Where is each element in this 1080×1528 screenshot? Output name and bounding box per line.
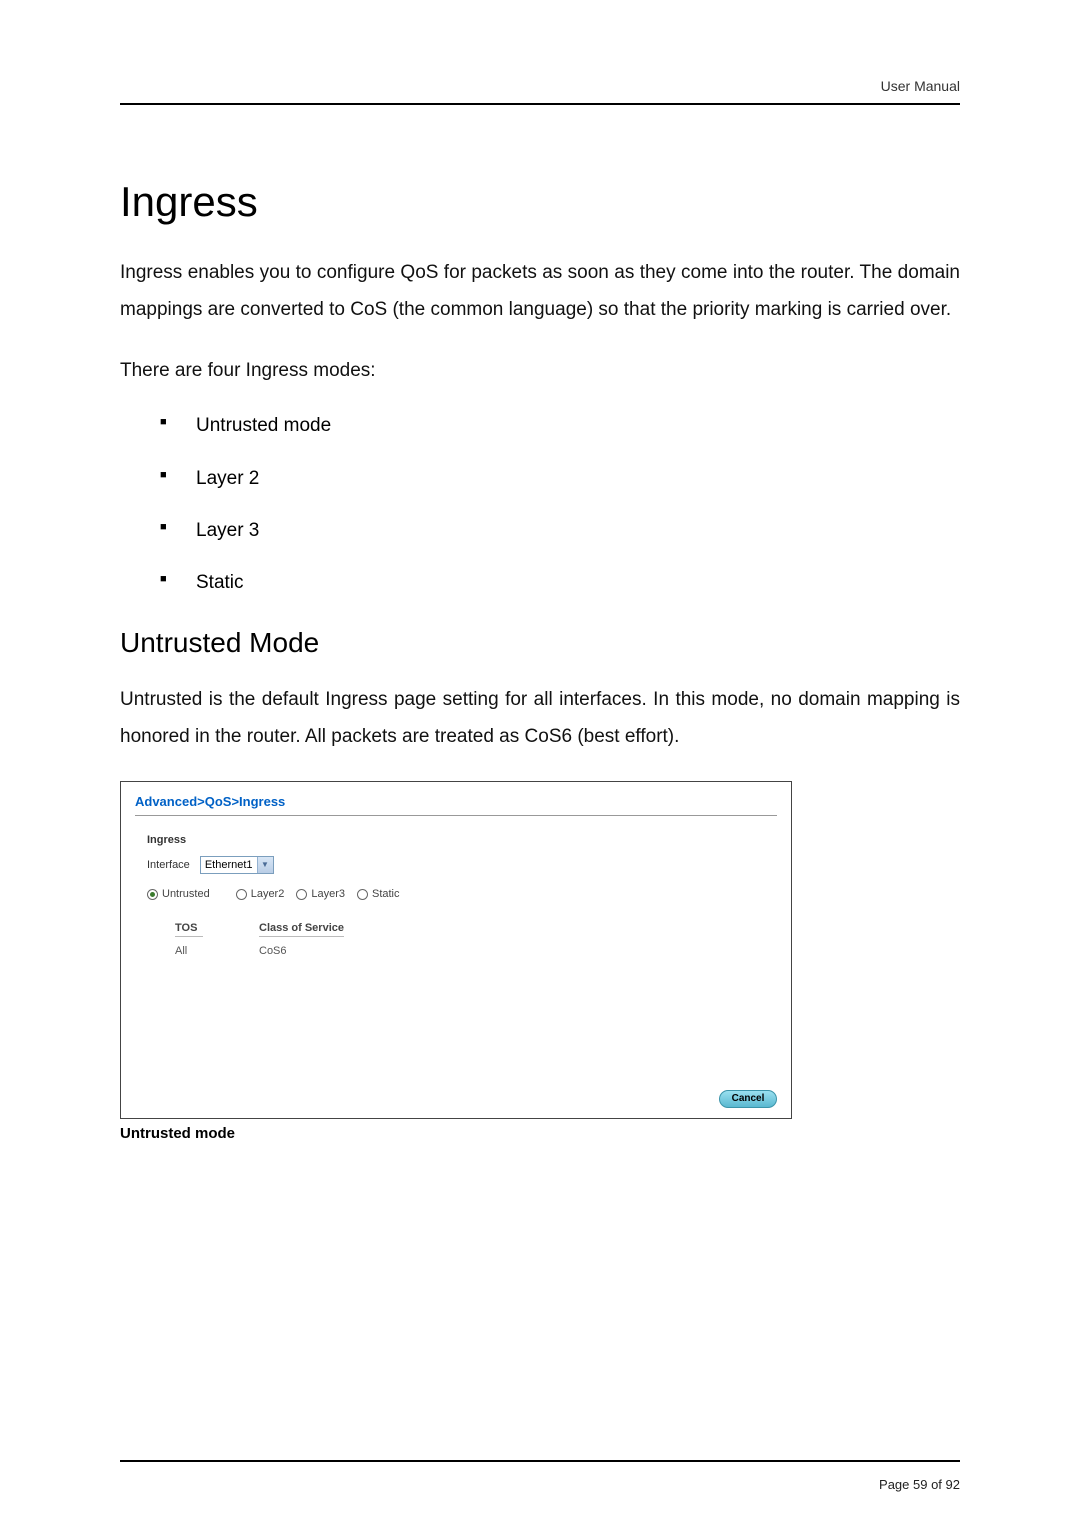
modes-list: Untrusted mode Layer 2 Layer 3 Static — [120, 411, 960, 599]
figure-caption: Untrusted mode — [120, 1125, 960, 1142]
col-tos-header: TOS — [175, 922, 203, 937]
untrusted-paragraph: Untrusted is the default Ingress page se… — [120, 681, 960, 755]
radio-layer2[interactable] — [236, 889, 247, 900]
radio-layer3[interactable] — [296, 889, 307, 900]
radio-untrusted-label: Untrusted — [162, 888, 210, 900]
modes-lead: There are four Ingress modes: — [120, 352, 960, 389]
interface-dropdown[interactable]: Ethernet1 ▼ — [200, 856, 274, 874]
interface-dropdown-value: Ethernet1 — [201, 859, 257, 871]
page-number: Page 59 of 92 — [879, 1477, 960, 1492]
header-divider — [120, 103, 960, 105]
footer-divider — [120, 1460, 960, 1462]
radio-layer2-label: Layer2 — [251, 888, 285, 900]
radio-untrusted[interactable] — [147, 889, 158, 900]
chevron-down-icon: ▼ — [257, 857, 273, 873]
intro-paragraph: Ingress enables you to configure QoS for… — [120, 254, 960, 328]
list-item: Untrusted mode — [196, 411, 960, 441]
list-item: Static — [196, 568, 960, 598]
breadcrumb: Advanced>QoS>Ingress — [135, 794, 777, 816]
cos-value: CoS6 — [259, 945, 287, 957]
tos-value: All — [175, 945, 203, 957]
list-item: Layer 3 — [196, 516, 960, 546]
radio-static[interactable] — [357, 889, 368, 900]
cancel-button[interactable]: Cancel — [719, 1090, 777, 1108]
header-right-label: User Manual — [881, 78, 960, 94]
col-cos-header: Class of Service — [259, 922, 344, 937]
interface-label: Interface — [147, 859, 190, 871]
page-title: Ingress — [120, 178, 960, 226]
ingress-section-label: Ingress — [147, 834, 777, 846]
radio-static-label: Static — [372, 888, 400, 900]
ingress-config-panel: Advanced>QoS>Ingress Ingress Interface E… — [120, 781, 792, 1119]
interface-row: Interface Ethernet1 ▼ — [147, 856, 777, 874]
ingress-mode-radios: Untrusted Layer2 Layer3 Static — [147, 888, 777, 900]
list-item: Layer 2 — [196, 464, 960, 494]
section-title-untrusted: Untrusted Mode — [120, 627, 960, 659]
radio-layer3-label: Layer3 — [311, 888, 345, 900]
tos-cos-table: TOS Class of Service All CoS6 — [175, 922, 777, 957]
